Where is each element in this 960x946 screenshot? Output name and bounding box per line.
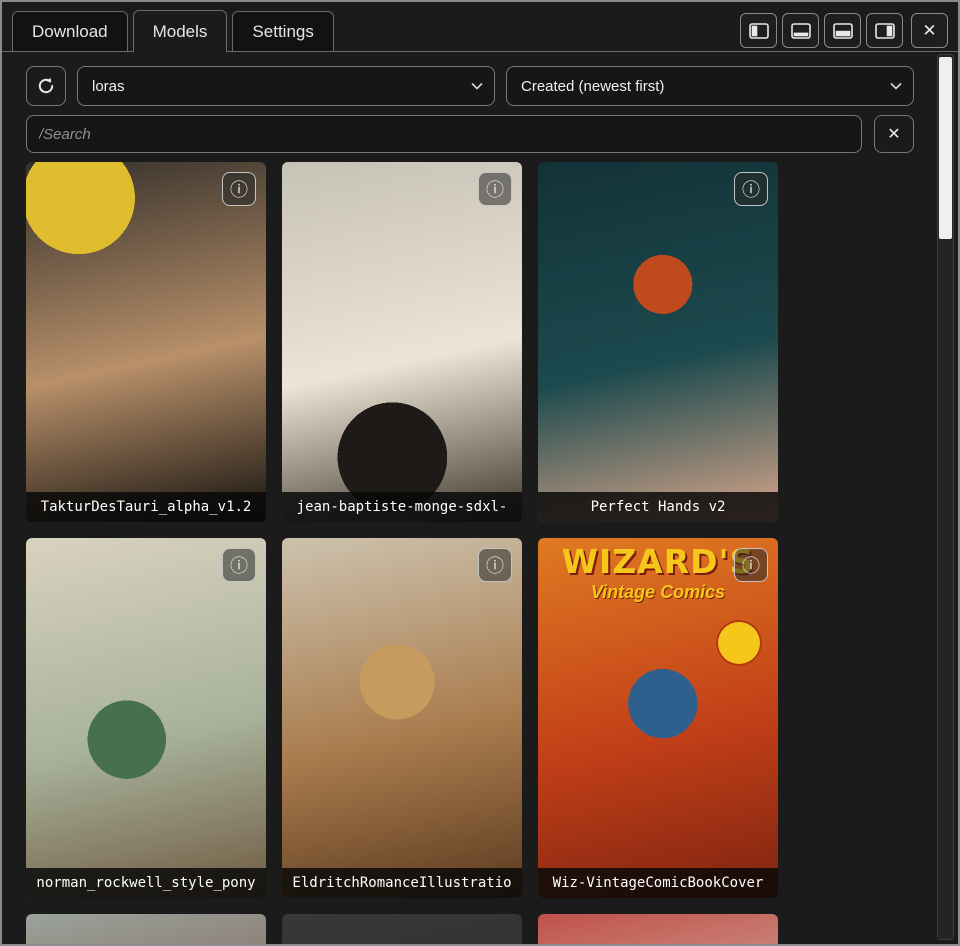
tab-models[interactable]: Models <box>133 10 228 52</box>
panel-bottom-wide-button[interactable] <box>824 13 861 48</box>
thumbnail-subtitle-text: Vintage Comics <box>538 582 778 603</box>
model-name-label: Wiz-VintageComicBookCover <box>538 868 778 898</box>
model-info-button[interactable]: ⓘ <box>222 172 256 206</box>
model-info-button[interactable]: ⓘ <box>222 548 256 582</box>
model-name-label: TakturDesTauri_alpha_v1.2 <box>26 492 266 522</box>
model-thumbnail <box>282 162 522 522</box>
model-info-button[interactable]: ⓘ <box>734 172 768 206</box>
model-thumbnail <box>26 538 266 898</box>
model-browser-window: Download Models Settings ✕ <box>0 0 960 946</box>
scrollbar-track[interactable] <box>937 54 954 940</box>
chevron-down-icon <box>471 82 483 90</box>
tab-bar: Download Models Settings <box>12 10 334 52</box>
model-thumbnail <box>282 914 522 946</box>
model-info-button[interactable]: ⓘ <box>734 548 768 582</box>
model-grid: ⓘ TakturDesTauri_alpha_v1.2 ⓘ jean-baptiste… <box>26 162 778 946</box>
panel-left-button[interactable] <box>740 13 777 48</box>
search-input[interactable] <box>26 115 862 153</box>
model-card[interactable]: ⓘ EldritchRomanceIllustratio <box>282 538 522 898</box>
model-thumbnail <box>26 914 266 946</box>
model-name-label: jean-baptiste-monge-sdxl- <box>282 492 522 522</box>
refresh-button[interactable] <box>26 66 66 106</box>
clear-search-button[interactable]: ✕ <box>874 115 914 153</box>
model-name-label: norman_rockwell_style_pony <box>26 868 266 898</box>
model-card[interactable] <box>282 914 522 946</box>
model-card[interactable] <box>538 914 778 946</box>
sort-dropdown[interactable]: Created (newest first) <box>506 66 914 106</box>
refresh-icon <box>36 76 56 96</box>
model-thumbnail <box>26 162 266 522</box>
model-info-button[interactable]: ⓘ <box>478 548 512 582</box>
panel-bottom-wide-icon <box>833 23 853 39</box>
model-thumbnail <box>282 538 522 898</box>
model-card[interactable] <box>26 914 266 946</box>
model-card[interactable]: ⓘ Perfect Hands v2 <box>538 162 778 522</box>
close-button[interactable]: ✕ <box>911 13 948 48</box>
model-card[interactable]: WIZARD'SVintage Comicsⓘ Wiz-VintageComicB… <box>538 538 778 898</box>
model-info-button[interactable]: ⓘ <box>478 172 512 206</box>
panel-bottom-icon <box>791 23 811 39</box>
panel-bottom-button[interactable] <box>782 13 819 48</box>
thumbnail-badge <box>716 620 762 666</box>
model-name-label: EldritchRomanceIllustratio <box>282 868 522 898</box>
scrollbar-thumb[interactable] <box>939 57 952 239</box>
model-type-dropdown[interactable]: loras <box>77 66 495 106</box>
search-row: ✕ <box>26 115 914 153</box>
model-thumbnail <box>538 162 778 522</box>
model-type-value: loras <box>92 78 125 95</box>
model-thumbnail <box>538 914 778 946</box>
model-card[interactable]: ⓘ TakturDesTauri_alpha_v1.2 <box>26 162 266 522</box>
model-card[interactable]: ⓘ jean-baptiste-monge-sdxl- <box>282 162 522 522</box>
panel-right-button[interactable] <box>866 13 903 48</box>
window-controls: ✕ <box>740 13 948 48</box>
model-thumbnail: WIZARD'SVintage Comics <box>538 538 778 898</box>
tab-settings[interactable]: Settings <box>232 11 333 52</box>
model-card[interactable]: ⓘ norman_rockwell_style_pony <box>26 538 266 898</box>
model-name-label: Perfect Hands v2 <box>538 492 778 522</box>
panel-right-icon <box>875 23 895 39</box>
model-toolbar: loras Created (newest first) <box>26 66 914 106</box>
tab-download[interactable]: Download <box>12 11 128 52</box>
chevron-down-icon <box>890 82 902 90</box>
sort-value: Created (newest first) <box>521 78 664 95</box>
panel-left-icon <box>749 23 769 39</box>
